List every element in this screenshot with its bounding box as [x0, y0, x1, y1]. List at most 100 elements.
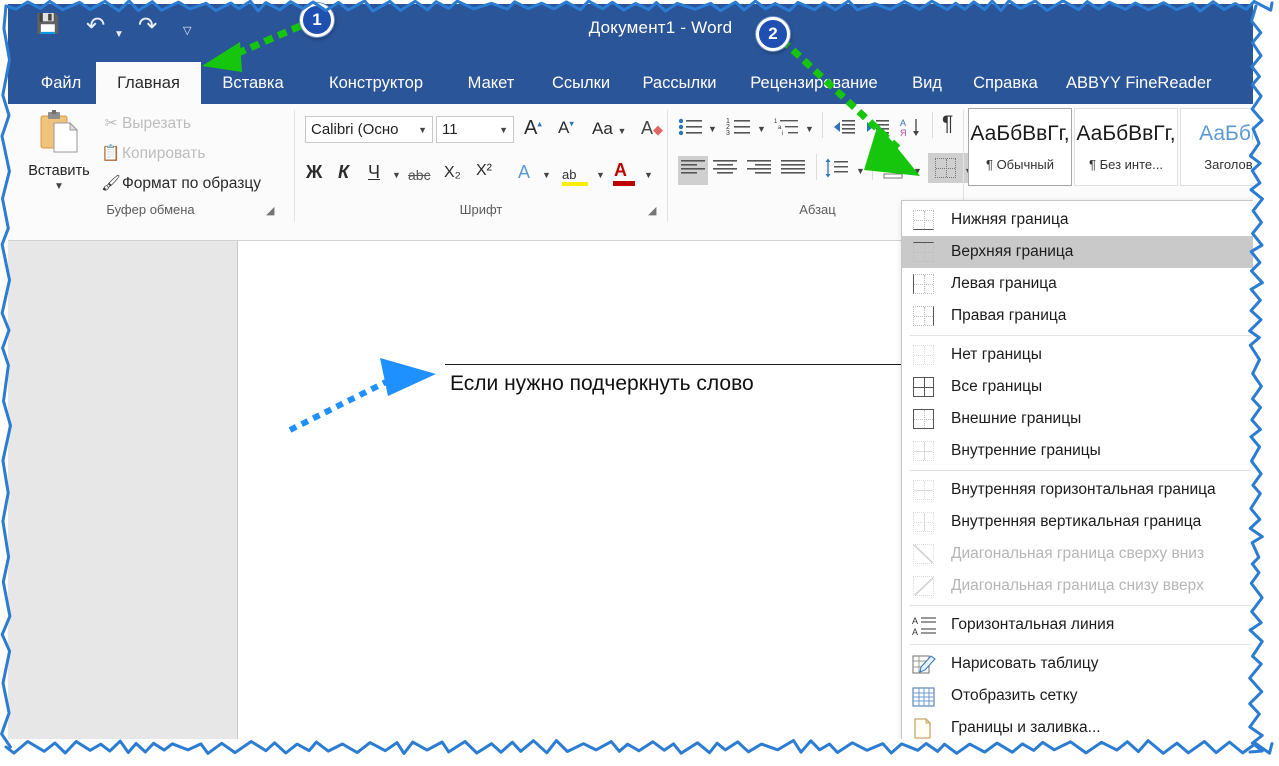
menu-item-border-top[interactable]: Верхняя граница [902, 236, 1253, 268]
menu-item-border-none[interactable]: Нет границы [902, 339, 1253, 371]
shrink-font-label: A [558, 118, 569, 137]
italic-button[interactable]: К [338, 162, 349, 183]
menu-item-draw-table[interactable]: Нарисовать таблицу [902, 648, 1253, 680]
align-center-button[interactable] [712, 158, 738, 183]
shading-dropdown-icon[interactable]: ▼ [913, 166, 922, 176]
tab-item-6[interactable]: Рассылки [627, 62, 732, 104]
menu-item-border-inside-horizontal[interactable]: Внутренняя горизонтальная граница [902, 474, 1253, 506]
chevron-down-icon[interactable]: ▼ [499, 117, 508, 143]
menu-item-border-right[interactable]: Правая граница [902, 300, 1253, 332]
shading-button[interactable] [880, 156, 906, 185]
align-right-button[interactable] [746, 158, 772, 183]
style-card[interactable]: АаБбВвГг, ¶ Без инте... [1074, 108, 1178, 186]
paste-button[interactable]: Вставить ▼ [24, 110, 94, 208]
border-inside-horizontal-icon [910, 479, 938, 501]
tab-label: ABBYY FineReader [1066, 74, 1212, 92]
menu-item-horizontal-line[interactable]: A A Горизонтальная линия [902, 609, 1253, 641]
svg-text:A: A [912, 616, 918, 626]
menu-item-border-left[interactable]: Левая граница [902, 268, 1253, 300]
menu-item-border-bottom[interactable]: Нижняя граница [902, 204, 1253, 236]
font-name-value: Calibri (Осно [311, 117, 398, 142]
tab-item-5[interactable]: Ссылки [535, 62, 627, 104]
style-name: Заголово [1181, 157, 1253, 172]
strikethrough-button[interactable]: abc [408, 167, 431, 183]
font-color-swatch [613, 181, 635, 186]
subscript-button[interactable]: X₂ [444, 164, 461, 182]
style-card[interactable]: АаБбВ Заголово [1180, 108, 1253, 186]
style-card[interactable]: АаБбВвГг, ¶ Обычный [968, 108, 1072, 186]
tab-label: Файл [41, 74, 82, 92]
highlight-dropdown-icon[interactable]: ▼ [596, 170, 605, 180]
border-diagonal-up-icon [910, 575, 938, 597]
document-body-text[interactable]: Если нужно подчеркнуть слово [450, 372, 754, 396]
tab-item-2[interactable]: Вставка [201, 62, 305, 104]
line-spacing-button[interactable] [824, 158, 850, 183]
justify-button[interactable] [780, 158, 806, 183]
multilevel-list-button[interactable]: 1 a i [774, 117, 800, 142]
tab-item-4[interactable]: Макет [447, 62, 535, 104]
menu-item-border-inside-vertical[interactable]: Внутренняя вертикальная граница [902, 506, 1253, 538]
text-effects-dropdown-icon[interactable]: ▼ [542, 170, 551, 180]
bullets-button[interactable] [678, 117, 704, 142]
underline-button[interactable]: Ч [368, 162, 380, 183]
menu-item-borders-and-shading[interactable]: Границы и заливка... [902, 712, 1253, 739]
grow-font-button[interactable]: A▴ [524, 117, 542, 140]
font-color-button[interactable]: A [614, 160, 627, 181]
chevron-down-icon[interactable]: ▼ [618, 126, 627, 136]
font-color-dropdown-icon[interactable]: ▼ [644, 170, 653, 180]
shrink-font-button[interactable]: A▾ [558, 118, 574, 138]
copy-button[interactable]: 📋Копировать [100, 144, 205, 163]
tab-label: Рецензирование [750, 74, 877, 92]
grow-font-label: A [524, 117, 537, 139]
justify-icon [780, 158, 806, 178]
tab-item-10[interactable]: ABBYY FineReader [1053, 62, 1213, 104]
font-dialog-launcher-icon[interactable]: ◢ [648, 204, 656, 217]
bold-button[interactable]: Ж [306, 162, 322, 183]
numbering-dropdown-icon[interactable]: ▼ [757, 124, 766, 134]
cut-button[interactable]: ✂ Вырезать [100, 114, 191, 133]
text-effects-button[interactable]: A [518, 162, 530, 183]
tab-item-8[interactable]: Вид [896, 62, 958, 104]
align-left-button[interactable] [678, 156, 708, 185]
menu-item-border-diagonal-up: Диагональная граница снизу вверх [902, 570, 1253, 602]
callout-badge-2: 2 [756, 17, 790, 51]
tab-item-3[interactable]: Конструктор [305, 62, 447, 104]
style-preview: АаБбВ [1181, 122, 1253, 146]
show-formatting-marks-button[interactable]: ¶ [942, 112, 953, 136]
border-left-icon [910, 273, 938, 295]
multilevel-dropdown-icon[interactable]: ▼ [805, 124, 814, 134]
menu-item-border-inside[interactable]: Внутренние границы [902, 435, 1253, 467]
chevron-down-icon[interactable]: ▼ [418, 117, 427, 143]
format-painter-button[interactable]: 🖌Формат по образцу [100, 174, 261, 193]
superscript-button[interactable]: X² [476, 162, 492, 180]
chevron-down-icon[interactable]: ▼ [24, 181, 94, 192]
menu-item-view-gridlines[interactable]: Отобразить сетку [902, 680, 1253, 712]
tab-home[interactable]: Главная [96, 62, 201, 104]
font-name-combo[interactable]: Calibri (Осно ▼ [305, 116, 433, 143]
group-font: Calibri (Осно ▼ 11 ▼ A▴ A▾ Aa ▼ A◆ Ж К Ч… [296, 104, 666, 220]
tab-item-7[interactable]: Рецензирование [732, 62, 896, 104]
highlight-button[interactable]: ab [562, 163, 576, 184]
clear-formatting-button[interactable]: A◆ [641, 118, 663, 139]
numbering-button[interactable]: 1 2 3 [726, 117, 752, 142]
tab-label: Ссылки [552, 74, 610, 92]
align-left-icon [680, 158, 706, 178]
horizontal-line-icon: AA [910, 614, 938, 636]
font-size-combo[interactable]: 11 ▼ [436, 116, 514, 143]
style-preview: АаБбВвГг, [1075, 122, 1177, 146]
tab-item-9[interactable]: Справка [958, 62, 1053, 104]
underline-dropdown-icon[interactable]: ▼ [392, 170, 401, 180]
style-name: ¶ Без инте... [1075, 157, 1177, 172]
sort-button[interactable]: A Я [900, 117, 926, 142]
increase-indent-button[interactable] [866, 117, 890, 142]
clipboard-dialog-launcher-icon[interactable]: ◢ [266, 204, 274, 217]
menu-item-border-all[interactable]: Все границы [902, 371, 1253, 403]
menu-item-label: Верхняя граница [951, 243, 1073, 261]
decrease-indent-button[interactable] [832, 117, 856, 142]
bullets-dropdown-icon[interactable]: ▼ [708, 124, 717, 134]
line-spacing-dropdown-icon[interactable]: ▼ [856, 166, 865, 176]
line-spacing-icon [824, 158, 850, 178]
menu-item-border-outside[interactable]: Внешние границы [902, 403, 1253, 435]
change-case-button[interactable]: Aa ▼ [592, 119, 626, 139]
tab-item-0[interactable]: Файл [26, 62, 96, 104]
